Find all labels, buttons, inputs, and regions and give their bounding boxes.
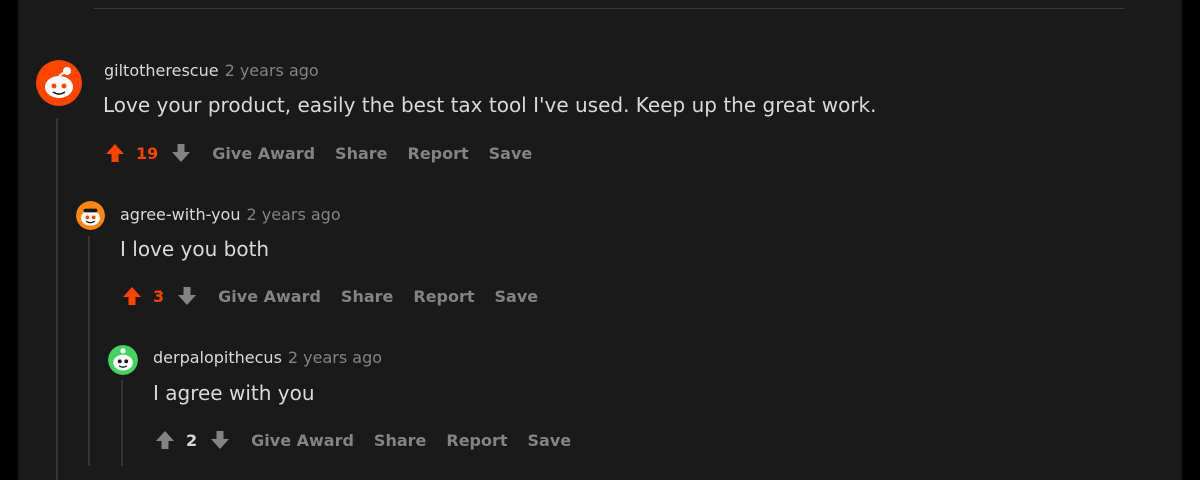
thread-line[interactable] xyxy=(121,380,123,466)
share-button[interactable]: Share xyxy=(341,287,393,306)
comment-body: I love you both xyxy=(120,237,270,261)
upvote-arrow-icon xyxy=(123,287,141,305)
comment-meta: giltotherescue 2 years ago xyxy=(104,61,319,80)
downvote-arrow-icon xyxy=(211,431,230,449)
username[interactable]: agree-with-you xyxy=(120,205,240,224)
give-award-button[interactable]: Give Award xyxy=(218,287,321,306)
username[interactable]: derpalopithecus xyxy=(153,348,282,367)
share-button[interactable]: Share xyxy=(374,431,426,450)
timestamp[interactable]: 2 years ago xyxy=(246,205,340,224)
thread-line[interactable] xyxy=(88,236,90,466)
vote-score: 19 xyxy=(136,143,159,163)
save-button[interactable]: Save xyxy=(495,287,539,306)
comment-actions: 3 Give Award Share Report Save xyxy=(121,284,538,308)
avatar[interactable] xyxy=(108,345,138,375)
avatar[interactable] xyxy=(76,201,105,230)
vote-score: 3 xyxy=(153,286,165,306)
upvote-arrow-icon xyxy=(106,144,124,162)
snoo-avatar-icon xyxy=(36,60,82,106)
comment-actions: 19 Give Award Share Report Save xyxy=(104,141,532,165)
downvote-arrow-icon xyxy=(172,144,191,162)
snoo-avatar-icon xyxy=(76,201,105,230)
give-award-button[interactable]: Give Award xyxy=(212,144,315,163)
comment-body: Love your product, easily the best tax t… xyxy=(103,93,877,117)
save-button[interactable]: Save xyxy=(528,431,572,450)
username[interactable]: giltotherescue xyxy=(104,61,219,80)
save-button[interactable]: Save xyxy=(489,144,533,163)
share-button[interactable]: Share xyxy=(335,144,387,163)
downvote-button[interactable] xyxy=(170,142,192,164)
comment-body: I agree with you xyxy=(153,381,315,405)
report-button[interactable]: Report xyxy=(446,431,507,450)
report-button[interactable]: Report xyxy=(413,287,474,306)
upvote-button[interactable] xyxy=(104,142,126,164)
comment-meta: agree-with-you 2 years ago xyxy=(120,205,341,224)
timestamp[interactable]: 2 years ago xyxy=(225,61,319,80)
comment-actions: 2 Give Award Share Report Save xyxy=(154,428,571,452)
timestamp[interactable]: 2 years ago xyxy=(288,348,382,367)
snoo-avatar-icon xyxy=(108,345,138,375)
downvote-button[interactable] xyxy=(209,429,231,451)
divider xyxy=(94,8,1124,9)
downvote-arrow-icon xyxy=(178,287,197,305)
upvote-button[interactable] xyxy=(154,429,176,451)
upvote-arrow-icon xyxy=(156,431,174,449)
thread-line[interactable] xyxy=(56,118,58,480)
report-button[interactable]: Report xyxy=(408,144,469,163)
give-award-button[interactable]: Give Award xyxy=(251,431,354,450)
comment-meta: derpalopithecus 2 years ago xyxy=(153,348,382,367)
avatar[interactable] xyxy=(36,60,82,106)
downvote-button[interactable] xyxy=(176,285,198,307)
vote-score: 2 xyxy=(186,430,198,450)
upvote-button[interactable] xyxy=(121,285,143,307)
